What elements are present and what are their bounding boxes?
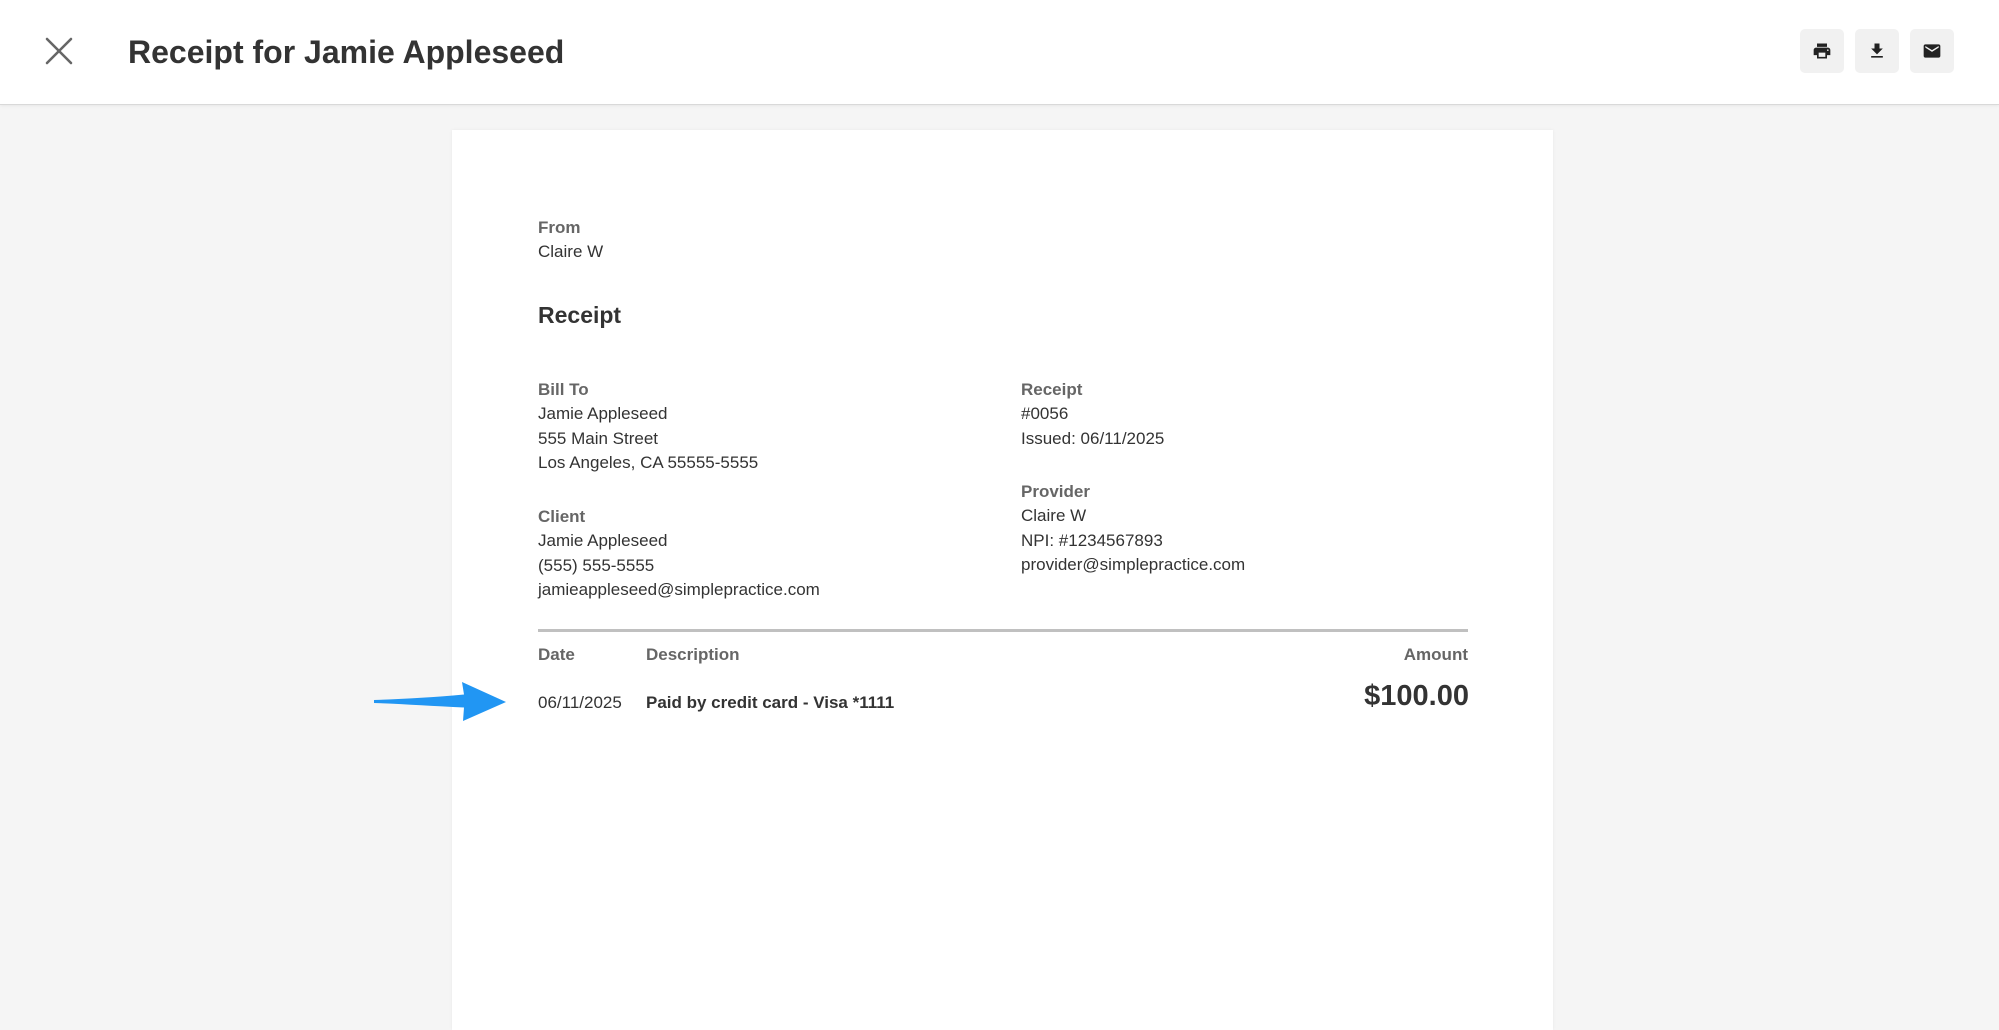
- printer-icon: [1813, 43, 1831, 59]
- row-date: 06/11/2025: [538, 693, 622, 712]
- header-actions: [1800, 29, 1954, 73]
- receipt-heading: Receipt: [538, 302, 622, 328]
- column-header-date: Date: [538, 645, 575, 664]
- provider-npi: NPI: #1234567893: [1021, 530, 1163, 550]
- from-name: Claire W: [538, 242, 604, 261]
- close-icon: [45, 37, 73, 65]
- table-divider: [538, 629, 1468, 632]
- bill-to-label: Bill To: [538, 380, 589, 399]
- row-description: Paid by credit card - Visa *1111: [646, 693, 895, 712]
- receipt-issued-date: Issued: 06/11/2025: [1021, 428, 1165, 448]
- from-label: From: [538, 218, 581, 237]
- envelope-icon: [1923, 44, 1941, 58]
- annotation-arrow-icon: [374, 682, 506, 721]
- bill-to-name: Jamie Appleseed: [538, 404, 668, 423]
- bill-to-city: Los Angeles, CA 55555-5555: [538, 453, 759, 472]
- print-button[interactable]: [1800, 29, 1844, 73]
- download-icon: [1871, 43, 1883, 58]
- provider-email: provider@simplepractice.com: [1021, 555, 1246, 574]
- client-label: Client: [538, 507, 586, 526]
- column-header-amount: Amount: [1403, 645, 1468, 664]
- receipt-number-label: Receipt: [1021, 380, 1083, 399]
- provider-label: Provider: [1021, 482, 1090, 501]
- top-bar: Receipt for Jamie Appleseed: [0, 0, 1999, 105]
- receipt-number: #0056: [1021, 404, 1069, 423]
- column-header-description: Description: [646, 645, 740, 664]
- close-button[interactable]: [38, 30, 80, 72]
- download-button[interactable]: [1855, 29, 1899, 73]
- client-name: Jamie Appleseed: [538, 531, 668, 550]
- provider-name: Claire W: [1021, 506, 1087, 525]
- client-email: jamieappleseed@simplepractice.com: [538, 580, 820, 599]
- bill-to-street: 555 Main Street: [538, 428, 659, 448]
- page-title: Receipt for Jamie Appleseed: [128, 34, 565, 70]
- email-button[interactable]: [1910, 29, 1954, 73]
- row-amount: $100.00: [1364, 680, 1469, 712]
- receipt-document: From Claire W Receipt Bill To Jamie Appl…: [452, 130, 1553, 1030]
- client-phone: (555) 555-5555: [538, 555, 655, 575]
